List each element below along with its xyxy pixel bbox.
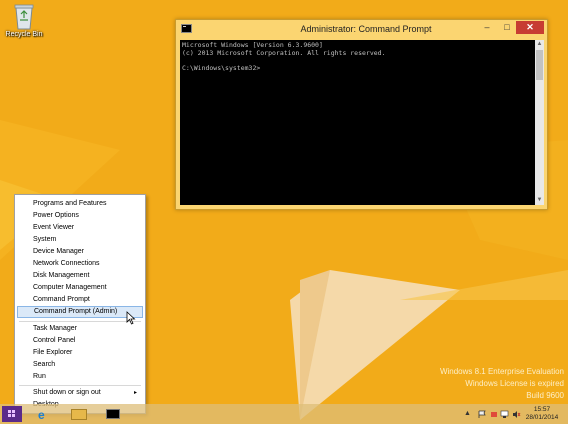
menu-item-device-manager[interactable]: Device Manager: [17, 246, 143, 258]
taskbar-internet-explorer[interactable]: e: [32, 406, 58, 422]
desktop: Recycle Bin Administrator: Command Promp…: [0, 0, 568, 424]
vertical-scrollbar[interactable]: ▲ ▼: [535, 40, 544, 205]
menu-item-control-panel[interactable]: Control Panel: [17, 335, 143, 347]
scroll-up-arrow-icon[interactable]: ▲: [535, 40, 544, 49]
watermark-build: Build 9600: [526, 391, 564, 400]
submenu-arrow-icon: ▸: [133, 390, 137, 396]
console-output[interactable]: Microsoft Windows [Version 6.3.9600] (c)…: [180, 40, 535, 205]
maximize-button[interactable]: □: [498, 21, 516, 34]
windows-logo-icon: [8, 410, 11, 413]
action-center-flag-icon[interactable]: [478, 410, 487, 419]
taskbar-command-prompt[interactable]: [100, 406, 126, 422]
taskbar-clock[interactable]: 15:57 28/01/2014: [520, 406, 564, 422]
menu-item-search[interactable]: Search: [17, 359, 143, 371]
command-prompt-icon: [181, 24, 192, 33]
mouse-cursor-icon: [126, 311, 136, 325]
menu-separator: [19, 385, 141, 386]
menu-item-shut-down-or-sign-out[interactable]: Shut down or sign out ▸: [17, 387, 143, 399]
start-button[interactable]: [2, 406, 22, 422]
menu-item-event-viewer[interactable]: Event Viewer: [17, 222, 143, 234]
menu-item-system[interactable]: System: [17, 234, 143, 246]
window-titlebar[interactable]: Administrator: Command Prompt – □ ✕: [176, 20, 547, 38]
clock-date: 28/01/2014: [525, 414, 559, 421]
command-prompt-icon: [106, 409, 120, 419]
window-title: Administrator: Command Prompt: [300, 24, 432, 34]
menu-item-network-connections[interactable]: Network Connections: [17, 258, 143, 270]
taskbar-file-explorer[interactable]: [66, 406, 92, 422]
watermark-license-status: Windows License is expired: [465, 379, 564, 388]
recycle-bin-icon: [14, 4, 34, 30]
menu-item-label: Shut down or sign out: [33, 389, 101, 396]
scrollbar-thumb[interactable]: [536, 50, 543, 80]
menu-item-disk-management[interactable]: Disk Management: [17, 270, 143, 282]
console-prompt: C:\Windows\system32>: [182, 64, 261, 72]
console-line: (c) 2013 Microsoft Corporation. All righ…: [182, 49, 386, 57]
menu-item-programs-and-features[interactable]: Programs and Features: [17, 198, 143, 210]
console-line: Microsoft Windows [Version 6.3.9600]: [182, 41, 323, 49]
menu-item-task-manager[interactable]: Task Manager: [17, 323, 143, 335]
close-button[interactable]: ✕: [516, 21, 544, 34]
scroll-down-arrow-icon[interactable]: ▼: [535, 196, 544, 205]
winx-context-menu: Programs and Features Power Options Even…: [14, 194, 146, 414]
license-watermark: Windows 8.1 Enterprise Evaluation Window…: [440, 366, 564, 402]
network-icon[interactable]: [500, 410, 509, 419]
menu-item-file-explorer[interactable]: File Explorer: [17, 347, 143, 359]
menu-item-command-prompt-admin[interactable]: Command Prompt (Admin): [17, 306, 143, 318]
minimize-button[interactable]: –: [478, 21, 496, 34]
command-prompt-window[interactable]: Administrator: Command Prompt – □ ✕ Micr…: [175, 19, 548, 210]
notification-icon[interactable]: [490, 410, 499, 419]
menu-item-run[interactable]: Run: [17, 371, 143, 383]
recycle-bin[interactable]: Recycle Bin: [2, 2, 46, 38]
watermark-edition: Windows 8.1 Enterprise Evaluation: [439, 367, 564, 376]
clock-time: 15:57: [533, 406, 551, 413]
folder-icon: [71, 409, 87, 420]
internet-explorer-icon: e: [38, 408, 45, 422]
menu-item-computer-management[interactable]: Computer Management: [17, 282, 143, 294]
menu-item-command-prompt[interactable]: Command Prompt: [17, 294, 143, 306]
menu-separator: [19, 321, 141, 322]
menu-item-power-options[interactable]: Power Options: [17, 210, 143, 222]
taskbar: e ▲ 15:57 28/01/2014: [0, 404, 568, 424]
recycle-bin-label: Recycle Bin: [5, 31, 43, 38]
show-hidden-icons-icon[interactable]: ▲: [464, 410, 471, 417]
